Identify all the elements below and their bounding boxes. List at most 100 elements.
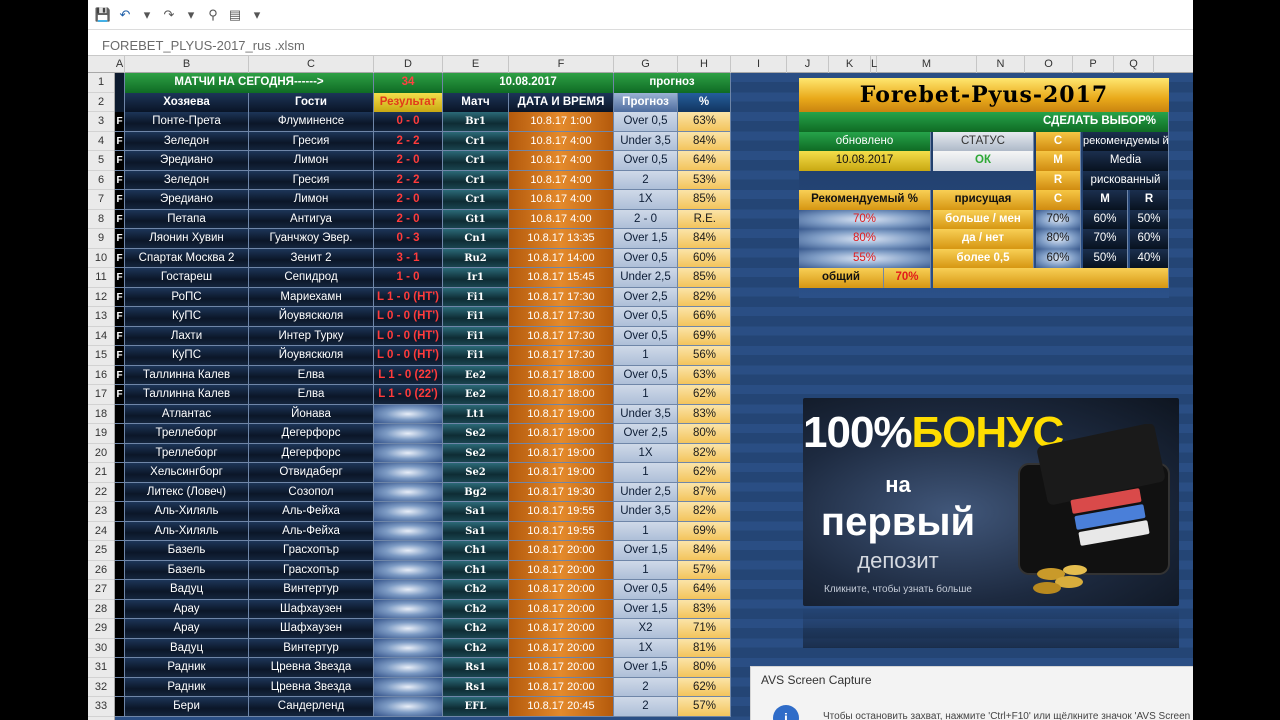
row-header-32[interactable]: 32 <box>88 678 114 697</box>
cell-a[interactable]: F <box>115 170 125 190</box>
cell-away[interactable]: Флуминенсе <box>249 112 374 132</box>
cell-code[interactable]: Sa1 <box>443 502 509 522</box>
cell-result[interactable] <box>374 424 443 444</box>
cell-pct[interactable]: 83% <box>678 404 731 424</box>
cell-code[interactable]: Se2 <box>443 443 509 463</box>
column-header-o[interactable]: O <box>1025 56 1073 73</box>
cell-pred[interactable]: Over 0,5 <box>614 307 678 327</box>
cell-dt[interactable]: 10.8.17 15:45 <box>509 268 614 288</box>
cell-home[interactable]: Радник <box>125 658 249 678</box>
save-icon[interactable]: 💾 <box>94 7 112 23</box>
cell-pct[interactable]: 84% <box>678 131 731 151</box>
column-header-j[interactable]: J <box>787 56 829 73</box>
row-header-29[interactable]: 29 <box>88 619 114 639</box>
column-header-i[interactable]: I <box>731 56 787 73</box>
cell-a[interactable] <box>115 599 125 619</box>
cell-result[interactable]: L 1 - 0 (HT') <box>374 287 443 307</box>
mode-r-badge[interactable]: R <box>1036 170 1081 190</box>
row-header-20[interactable]: 20 <box>88 444 114 463</box>
cell-pred[interactable]: Under 3,5 <box>614 404 678 424</box>
cell-dt[interactable]: 10.8.17 20:00 <box>509 599 614 619</box>
cell-a[interactable]: F <box>115 209 125 229</box>
cell-a[interactable] <box>115 404 125 424</box>
cell-pct[interactable]: 69% <box>678 521 731 541</box>
cell-result[interactable] <box>374 619 443 639</box>
cell-result[interactable] <box>374 463 443 483</box>
row-header-16[interactable]: 16 <box>88 366 114 385</box>
cell-code[interactable]: Fi1 <box>443 307 509 327</box>
cell-a[interactable] <box>115 502 125 522</box>
cell-home[interactable]: Хельсингборг <box>125 463 249 483</box>
cell-dt[interactable]: 10.8.17 20:45 <box>509 697 614 717</box>
cell-code[interactable]: Se2 <box>443 463 509 483</box>
cell-code[interactable]: Se2 <box>443 424 509 444</box>
cell-pct[interactable]: 64% <box>678 151 731 171</box>
cell-away[interactable]: Йонава <box>249 404 374 424</box>
row-header-6[interactable]: 6 <box>88 171 114 190</box>
cell-away[interactable]: Дегерфорс <box>249 443 374 463</box>
cell-code[interactable]: Ir1 <box>443 268 509 288</box>
cell-home[interactable]: Аль-Хиляль <box>125 521 249 541</box>
cell-pred[interactable]: 1 <box>614 463 678 483</box>
cell-result[interactable] <box>374 638 443 658</box>
cell-result[interactable]: L 0 - 0 (HT') <box>374 326 443 346</box>
cell-a[interactable]: F <box>115 365 125 385</box>
cell-away[interactable]: Дегерфорс <box>249 424 374 444</box>
cell-home[interactable]: Аль-Хиляль <box>125 502 249 522</box>
cell-away[interactable]: Сепидрод <box>249 268 374 288</box>
cell-code[interactable]: Ch1 <box>443 560 509 580</box>
cell-dt[interactable]: 10.8.17 19:00 <box>509 424 614 444</box>
cell-away[interactable]: Лимон <box>249 190 374 210</box>
cell-a[interactable]: F <box>115 112 125 132</box>
risky-option[interactable]: рискованный <box>1083 170 1169 190</box>
cell-result[interactable]: L 0 - 0 (HT') <box>374 346 443 366</box>
row-header-15[interactable]: 15 <box>88 346 114 366</box>
cell-a[interactable] <box>115 443 125 463</box>
cell-result[interactable] <box>374 443 443 463</box>
row-header-8[interactable]: 8 <box>88 210 114 229</box>
cell-a[interactable] <box>115 424 125 444</box>
media-option[interactable]: Media <box>1083 151 1169 171</box>
column-header-m[interactable]: M <box>877 56 977 73</box>
cell-away[interactable]: Интер Турку <box>249 326 374 346</box>
cell-home[interactable]: Эредиано <box>125 190 249 210</box>
cell-home[interactable]: Таллинна Калев <box>125 365 249 385</box>
cell-home[interactable]: Гостареш <box>125 268 249 288</box>
cell-home[interactable]: Треллеборг <box>125 443 249 463</box>
row-header-33[interactable]: 33 <box>88 697 114 717</box>
cell-a[interactable]: F <box>115 346 125 366</box>
mode-c-badge[interactable]: C <box>1036 131 1081 151</box>
cell-home[interactable]: Базель <box>125 541 249 561</box>
cell-pct[interactable]: 85% <box>678 268 731 288</box>
cell-dt[interactable]: 10.8.17 18:00 <box>509 385 614 405</box>
column-header-n[interactable]: N <box>977 56 1025 73</box>
cell-away[interactable]: Зенит 2 <box>249 248 374 268</box>
cell-pct[interactable]: R.E. <box>678 209 731 229</box>
redo-dropdown-icon[interactable]: ▾ <box>182 7 200 23</box>
column-header-h[interactable]: H <box>678 56 731 73</box>
cell-result[interactable]: 2 - 2 <box>374 170 443 190</box>
cell-code[interactable]: Br1 <box>443 112 509 132</box>
row-header-18[interactable]: 18 <box>88 405 114 424</box>
cell-pct[interactable]: 71% <box>678 619 731 639</box>
make-choice-banner[interactable]: СДЕЛАТЬ ВЫБОР% <box>799 112 1169 132</box>
cell-a[interactable] <box>115 638 125 658</box>
cell-pred[interactable]: X2 <box>614 619 678 639</box>
cell-away[interactable]: Винтертур <box>249 638 374 658</box>
cell-home[interactable]: Бери <box>125 697 249 717</box>
cell-pct[interactable]: 66% <box>678 307 731 327</box>
cell-code[interactable]: EFL <box>443 697 509 717</box>
cell-result[interactable]: 0 - 3 <box>374 229 443 249</box>
cell-pct[interactable]: 62% <box>678 677 731 697</box>
cell-pred[interactable]: Over 0,5 <box>614 326 678 346</box>
cell-a[interactable] <box>115 697 125 717</box>
cell-home[interactable]: Зеледон <box>125 131 249 151</box>
print-preview-icon[interactable]: ▤ <box>226 7 244 23</box>
cell-pred[interactable]: 2 <box>614 677 678 697</box>
cell-dt[interactable]: 10.8.17 20:00 <box>509 619 614 639</box>
cell-dt[interactable]: 10.8.17 14:00 <box>509 248 614 268</box>
cell-pred[interactable]: Over 0,5 <box>614 580 678 600</box>
cell-dt[interactable]: 10.8.17 19:55 <box>509 521 614 541</box>
cell-dt[interactable]: 10.8.17 20:00 <box>509 638 614 658</box>
cell-a[interactable] <box>115 463 125 483</box>
